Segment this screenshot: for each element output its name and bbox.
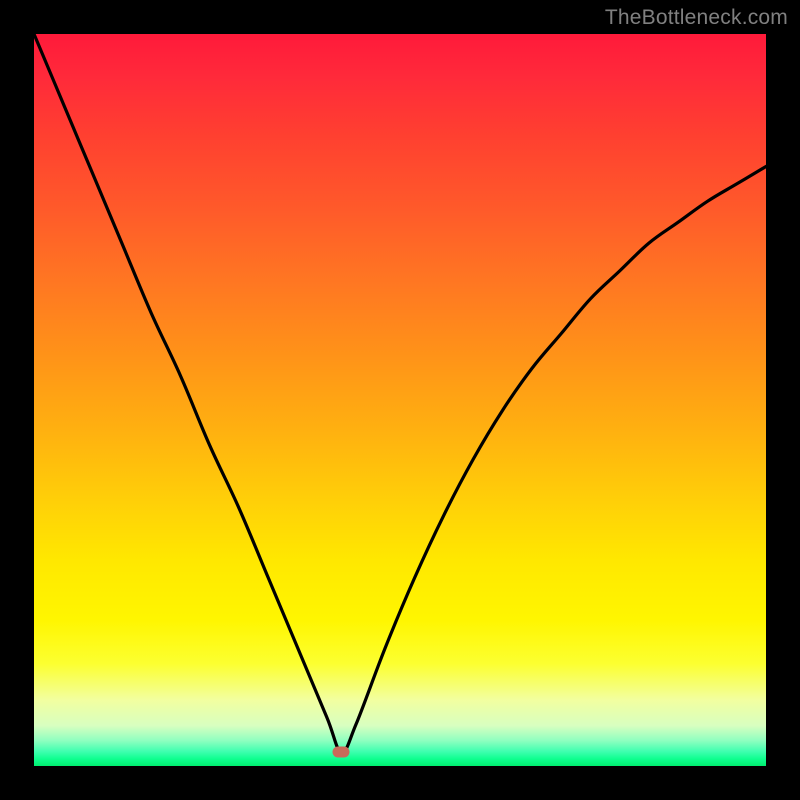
chart-plot-area — [34, 34, 766, 766]
optimal-point-marker — [333, 747, 350, 758]
bottleneck-curve — [34, 34, 766, 766]
watermark-text: TheBottleneck.com — [605, 6, 788, 30]
